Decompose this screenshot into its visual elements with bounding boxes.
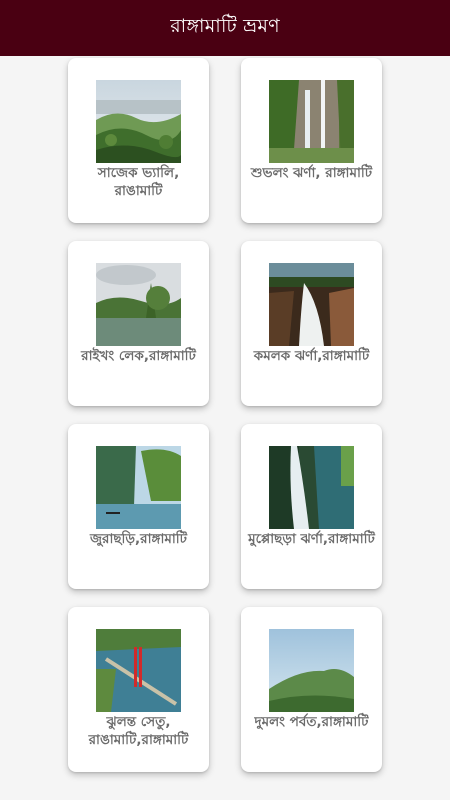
place-name: দুমলং পর্বত,রাঙ্গামাটি [254, 714, 369, 730]
place-card-hanging-bridge[interactable]: ঝুলন্ত সেতু, রাঙামাটি,রাঙ্গামাটি [68, 607, 209, 772]
muppochora-waterfall-photo [269, 446, 354, 529]
app-bar: রাঙ্গামাটি ভ্রমণ [0, 0, 450, 56]
place-name: রাইখং লেক,রাঙ্গামাটি [81, 348, 196, 364]
shuvolong-waterfall-photo [269, 80, 354, 163]
place-name: শুভলং ঝর্ণা, রাঙ্গামাটি [250, 165, 373, 181]
place-card-jurachari[interactable]: জুরাছড়ি,রাঙ্গামাটি [68, 424, 209, 589]
jurachari-lake-photo [96, 446, 181, 529]
place-card-sajek-valley[interactable]: সাজেক ভ্যালি, রাঙামাটি [68, 58, 209, 223]
komolok-waterfall-photo [269, 263, 354, 346]
app-title: রাঙ্গামাটি ভ্রমণ [170, 15, 280, 37]
place-name: মুপ্পোছড়া ঝর্ণা,রাঙ্গামাটি [248, 531, 375, 547]
place-name: জুরাছড়ি,রাঙ্গামাটি [89, 531, 188, 547]
sajek-valley-photo [96, 80, 181, 163]
dumlong-mountain-photo [269, 629, 354, 712]
hanging-bridge-photo [96, 629, 181, 712]
place-name: সাজেক ভ্যালি, রাঙামাটি [97, 165, 180, 199]
place-card-komolok-waterfall[interactable]: কমলক ঝর্ণা,রাঙ্গামাটি [241, 241, 382, 406]
place-card-dumlong-mountain[interactable]: দুমলং পর্বত,রাঙ্গামাটি [241, 607, 382, 772]
place-card-shuvolong-waterfall[interactable]: শুভলং ঝর্ণা, রাঙ্গামাটি [241, 58, 382, 223]
place-card-raikhong-lake[interactable]: রাইখং লেক,রাঙ্গামাটি [68, 241, 209, 406]
raikhong-lake-photo [96, 263, 181, 346]
place-name: ঝুলন্ত সেতু, রাঙামাটি,রাঙ্গামাটি [88, 714, 189, 748]
place-name: কমলক ঝর্ণা,রাঙ্গামাটি [253, 348, 370, 364]
place-card-muppochora-waterfall[interactable]: মুপ্পোছড়া ঝর্ণা,রাঙ্গামাটি [241, 424, 382, 589]
